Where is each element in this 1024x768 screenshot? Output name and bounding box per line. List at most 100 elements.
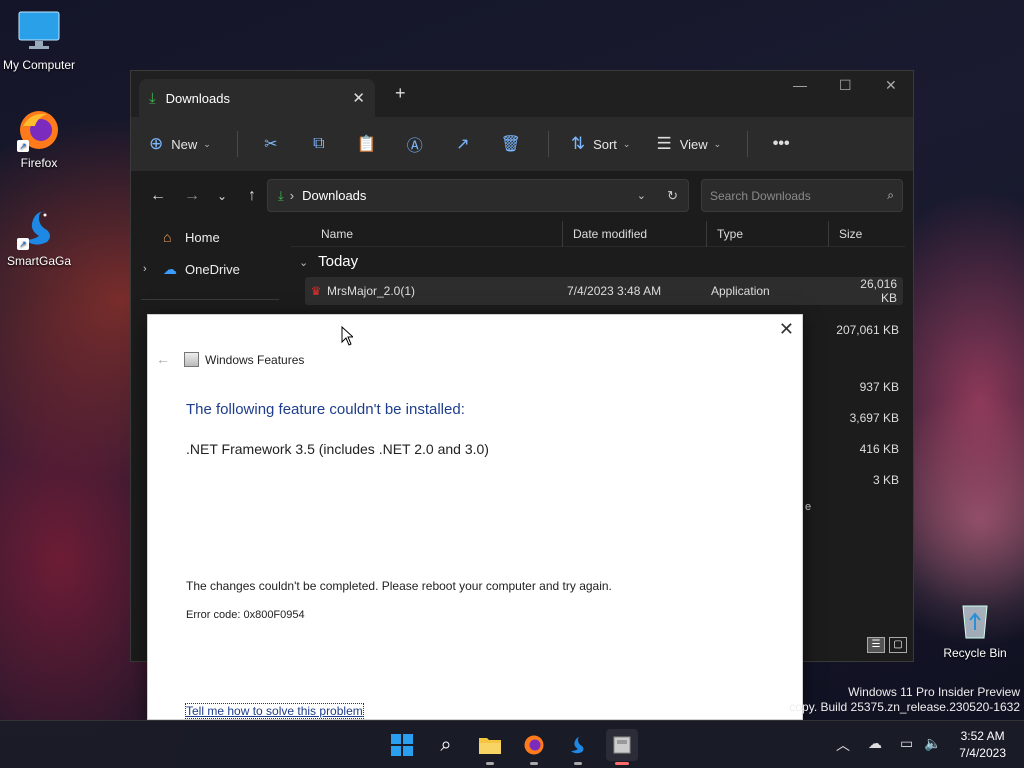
system-clock[interactable]: 3:52 AM 7/4/2023 bbox=[959, 728, 1006, 762]
search-icon: ⌕ bbox=[887, 188, 894, 202]
cut-icon[interactable]: ✂ bbox=[260, 134, 282, 154]
help-link[interactable]: Tell me how to solve this problem bbox=[185, 703, 364, 719]
dialog-title: Windows Features bbox=[184, 352, 304, 367]
address-path: Downloads bbox=[302, 188, 367, 203]
address-bar[interactable]: ⤓ › Downloads ⌄ ↻ bbox=[267, 179, 689, 212]
file-type: Application bbox=[711, 284, 770, 298]
forward-arrow-icon[interactable]: → bbox=[177, 187, 207, 205]
divider bbox=[141, 299, 279, 300]
desktop-icon-label: Recycle Bin bbox=[943, 646, 1007, 660]
group-label: Today bbox=[318, 253, 359, 270]
desktop-icon-firefox[interactable]: ↗ Firefox bbox=[0, 108, 78, 170]
tiles-view-icon[interactable]: ▢ bbox=[889, 637, 907, 653]
group-header-today[interactable]: ⌄ Today bbox=[291, 247, 905, 277]
firefox-icon bbox=[524, 735, 544, 755]
back-arrow-icon[interactable]: ← bbox=[156, 351, 170, 367]
back-arrow-icon[interactable]: ← bbox=[143, 187, 173, 205]
new-tab-button[interactable]: + bbox=[395, 83, 406, 104]
minimize-button[interactable]: — bbox=[793, 77, 807, 93]
column-header-type[interactable]: Type bbox=[707, 220, 829, 247]
chevron-down-icon[interactable]: ⌄ bbox=[637, 189, 646, 202]
desktop-icon-label: My Computer bbox=[2, 58, 76, 72]
new-label: New bbox=[171, 136, 198, 152]
tab-bar: ⤓ Downloads ✕ + — ☐ ✕ bbox=[131, 71, 913, 117]
windows-features-icon bbox=[184, 352, 199, 367]
cloud-icon: ☁ bbox=[163, 260, 177, 277]
desktop-icon-my-computer[interactable]: My Computer bbox=[0, 10, 78, 72]
file-size: 3,697 KB bbox=[849, 411, 899, 425]
view-button[interactable]: ☰ View ⌄ bbox=[656, 134, 721, 154]
error-message: The changes couldn't be completed. Pleas… bbox=[186, 579, 612, 593]
home-icon: ⌂ bbox=[163, 229, 172, 245]
sort-icon: ⇅ bbox=[570, 134, 586, 153]
close-tab-icon[interactable]: ✕ bbox=[352, 89, 365, 107]
chevron-down-icon: ⌄ bbox=[713, 138, 722, 149]
swan-icon bbox=[571, 736, 584, 754]
maximize-button[interactable]: ☐ bbox=[839, 77, 852, 94]
file-size: 3 KB bbox=[872, 473, 899, 487]
paste-icon[interactable]: 📋 bbox=[356, 134, 378, 154]
application-icon: ♛ bbox=[310, 284, 322, 298]
view-icon: ☰ bbox=[656, 134, 672, 153]
watermark-line-2: copy. Build 25375.zn_release.230520-1632 bbox=[789, 700, 1020, 714]
divider bbox=[547, 131, 549, 157]
close-icon[interactable]: ✕ bbox=[779, 319, 794, 340]
column-header-size[interactable]: Size bbox=[829, 221, 905, 247]
delete-icon[interactable]: 🗑 bbox=[500, 134, 522, 154]
tab-downloads[interactable]: ⤓ Downloads ✕ bbox=[139, 79, 375, 117]
dialog-heading: The following feature couldn't be instal… bbox=[186, 401, 465, 418]
chevron-right-icon[interactable]: › bbox=[143, 263, 163, 275]
windows-watermark: Windows 11 Pro Insider Preview copy. Bui… bbox=[789, 685, 1020, 715]
new-button[interactable]: ⊕ New ⌄ bbox=[149, 134, 211, 154]
rename-icon[interactable]: Ⓐ bbox=[404, 132, 426, 156]
taskbar-smartgaga[interactable] bbox=[562, 729, 594, 765]
search-input[interactable]: Search Downloads ⌕ bbox=[701, 179, 903, 212]
active-indicator bbox=[615, 762, 629, 765]
column-header-date[interactable]: Date modified bbox=[563, 220, 707, 247]
file-size: 937 KB bbox=[859, 380, 899, 394]
volume-icon[interactable]: 🔈 bbox=[924, 735, 941, 752]
column-header-name[interactable]: Name bbox=[291, 220, 563, 247]
search-button[interactable]: ⌕ bbox=[430, 729, 462, 761]
network-icon[interactable]: ▭ bbox=[900, 735, 913, 752]
column-header-row: Name Date modified Type Size bbox=[291, 220, 905, 247]
refresh-icon[interactable]: ↻ bbox=[667, 188, 678, 204]
swan-icon: ↗ bbox=[17, 206, 61, 250]
chevron-right-icon: › bbox=[289, 188, 295, 203]
chevron-up-icon[interactable]: ︿ bbox=[836, 735, 850, 755]
cloud-off-icon[interactable]: ☁ bbox=[868, 735, 882, 752]
close-window-button[interactable]: ✕ bbox=[885, 77, 897, 94]
windows-features-dialog: ✕ ← Windows Features The following featu… bbox=[147, 314, 803, 720]
table-row[interactable]: ♛ MrsMajor_2.0(1) 7/4/2023 3:48 AM Appli… bbox=[305, 277, 903, 305]
address-row: ← → ⌄ ↑ ⤓ › Downloads ⌄ ↻ Search Downloa… bbox=[131, 171, 913, 221]
file-size: 26,016 KB bbox=[860, 277, 897, 305]
desktop-icon-label: Firefox bbox=[20, 156, 58, 170]
desktop-icon-label: SmartGaGa bbox=[6, 254, 72, 268]
taskbar-windows-features[interactable] bbox=[606, 729, 638, 765]
shortcut-arrow-icon: ↗ bbox=[17, 140, 29, 152]
details-view-icon[interactable]: ☰ bbox=[867, 637, 885, 653]
share-icon[interactable]: ↗ bbox=[452, 134, 474, 154]
firefox-icon: ↗ bbox=[17, 108, 61, 152]
chevron-down-icon: ⌄ bbox=[622, 138, 631, 149]
sidebar-item-label: OneDrive bbox=[185, 261, 240, 277]
tab-title: Downloads bbox=[165, 90, 230, 106]
shortcut-arrow-icon: ↗ bbox=[17, 238, 29, 250]
taskbar-firefox[interactable] bbox=[518, 729, 550, 765]
file-date: 7/4/2023 3:48 AM bbox=[567, 284, 662, 298]
more-options-icon[interactable]: ••• bbox=[770, 135, 792, 153]
dialog-title-text: Windows Features bbox=[205, 352, 305, 367]
copy-icon[interactable]: ⧉ bbox=[308, 135, 330, 153]
sidebar-item-home[interactable]: ⌂ Home bbox=[131, 221, 289, 253]
desktop-icon-recycle-bin[interactable]: Recycle Bin bbox=[936, 598, 1014, 660]
sidebar-item-onedrive[interactable]: › ☁ OneDrive bbox=[131, 253, 289, 285]
feature-name: .NET Framework 3.5 (includes .NET 2.0 an… bbox=[186, 441, 489, 457]
clock-date: 7/4/2023 bbox=[959, 746, 1006, 760]
start-button[interactable] bbox=[386, 729, 418, 761]
taskbar-file-explorer[interactable] bbox=[474, 729, 506, 765]
recent-locations-icon[interactable]: ⌄ bbox=[207, 189, 237, 203]
up-arrow-icon[interactable]: ↑ bbox=[237, 187, 267, 205]
file-size: 207,061 KB bbox=[836, 323, 899, 337]
sort-button[interactable]: ⇅ Sort ⌄ bbox=[571, 134, 631, 154]
desktop-icon-smartgaga[interactable]: ↗ SmartGaGa bbox=[0, 206, 78, 268]
